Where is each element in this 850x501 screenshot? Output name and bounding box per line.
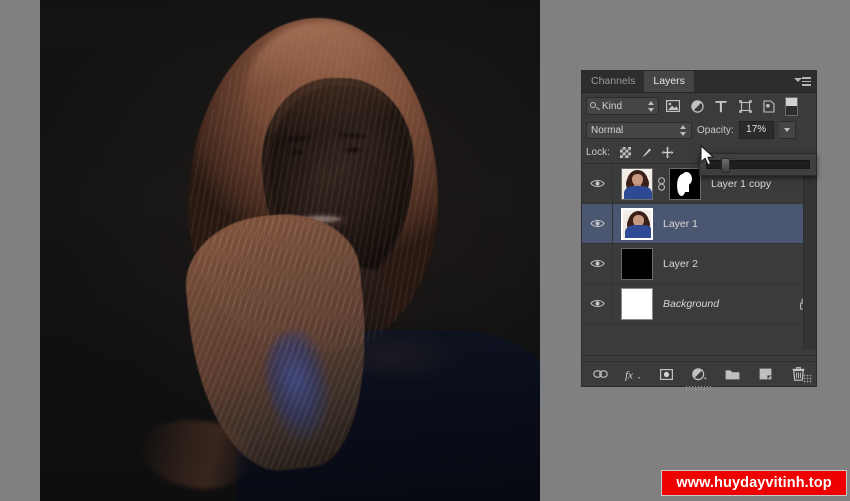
opacity-slider-knob[interactable] — [721, 158, 730, 173]
lock-position-icon[interactable] — [660, 145, 675, 160]
panel-resize-grip[interactable] — [803, 374, 812, 383]
new-adjustment-layer-button[interactable] — [690, 365, 708, 383]
panel-menu-bar-2 — [802, 80, 811, 82]
layer-thumbnail[interactable] — [621, 247, 653, 280]
layer-list: Layer 1 copy Layer 1 Layer 2 Background — [582, 163, 816, 356]
chevron-updown-icon — [680, 124, 687, 136]
panel-body: Kind Normal Opacity: 17% Lock: Layer 1 c… — [582, 93, 817, 356]
blend-mode-select[interactable]: Normal — [586, 121, 692, 139]
photoshop-screenshot: Channels Layers Kind Normal Opacity: 17%… — [0, 0, 850, 501]
panel-menu-bar-3 — [802, 84, 811, 86]
magnifier-icon — [590, 101, 599, 111]
lock-row: Lock: — [582, 141, 817, 176]
panel-menu-icon[interactable] — [794, 76, 811, 87]
layer-name[interactable]: Layer 1 copy — [701, 178, 816, 190]
new-group-button[interactable] — [723, 365, 741, 383]
opacity-dropdown-arrow[interactable] — [778, 121, 796, 139]
filter-type-layers-icon[interactable] — [711, 96, 731, 116]
panel-tab-bar: Channels Layers — [582, 71, 816, 93]
tab-layers[interactable]: Layers — [644, 71, 694, 92]
chevron-updown-icon — [648, 100, 655, 112]
layer-thumbnails — [613, 207, 653, 240]
filter-kind-label: Kind — [602, 100, 623, 112]
opacity-slider-track[interactable] — [706, 158, 810, 173]
filter-adjustment-layers-icon[interactable] — [687, 96, 707, 116]
layers-panel[interactable]: Channels Layers Kind Normal Opacity: 17%… — [581, 70, 817, 390]
mask-link-icon[interactable] — [656, 175, 666, 193]
layer-visibility-toggle[interactable] — [582, 204, 613, 243]
add-layer-mask-button[interactable] — [657, 365, 675, 383]
opacity-slider-popup[interactable] — [699, 153, 817, 176]
svg-text:fx: fx — [625, 369, 633, 381]
filter-kind-select[interactable]: Kind — [586, 97, 659, 115]
lock-image-pixels-icon[interactable] — [639, 145, 654, 160]
tab-channels[interactable]: Channels — [582, 71, 645, 92]
filter-smart-objects-icon[interactable] — [759, 96, 779, 116]
layer-name[interactable]: Background — [653, 298, 792, 310]
filter-pixel-layers-icon[interactable] — [663, 96, 683, 116]
layer-thumbnail[interactable] — [621, 207, 653, 240]
panel-menu-triangle — [794, 78, 802, 82]
layer-name[interactable]: Layer 2 — [653, 258, 816, 270]
panel-bottom-grip[interactable] — [685, 385, 713, 390]
table-row[interactable]: Layer 1 — [582, 204, 816, 244]
link-layers-button[interactable] — [591, 365, 609, 383]
lock-label: Lock: — [586, 146, 610, 158]
table-row[interactable]: Background — [582, 284, 816, 324]
blend-mode-value: Normal — [591, 124, 624, 136]
layer-thumbnail[interactable] — [621, 287, 653, 320]
layer-mask-thumbnail[interactable] — [669, 167, 701, 200]
filter-row: Kind — [582, 93, 816, 119]
layer-list-empty-space — [582, 324, 816, 356]
layer-visibility-toggle[interactable] — [582, 284, 613, 323]
panel-menu-bar-1 — [802, 77, 811, 79]
opacity-input[interactable]: 17% — [738, 121, 774, 139]
lock-transparent-pixels-icon[interactable] — [618, 145, 633, 160]
blend-mode-row: Normal Opacity: 17% — [582, 119, 816, 141]
layer-list-scrollbar[interactable] — [803, 176, 816, 350]
layer-name[interactable]: Layer 1 — [653, 218, 816, 230]
filter-shape-layers-icon[interactable] — [735, 96, 755, 116]
new-layer-button[interactable] — [756, 365, 774, 383]
filter-toggle-switch[interactable] — [785, 96, 798, 116]
table-row[interactable]: Layer 2 — [582, 244, 816, 284]
layer-thumbnails — [613, 167, 701, 200]
opacity-label: Opacity: — [697, 124, 734, 136]
portrait-subject-image — [40, 0, 540, 501]
layers-panel-footer: fx — [582, 361, 816, 386]
watermark-banner[interactable]: www.huydayvitinh.top — [661, 470, 847, 496]
layer-visibility-toggle[interactable] — [582, 164, 613, 203]
layer-thumbnails — [613, 287, 653, 320]
layer-thumbnails — [613, 247, 653, 280]
layer-style-button[interactable]: fx — [624, 365, 642, 383]
layer-thumbnail[interactable] — [621, 167, 653, 200]
document-canvas[interactable] — [40, 0, 540, 501]
layer-visibility-toggle[interactable] — [582, 244, 613, 283]
